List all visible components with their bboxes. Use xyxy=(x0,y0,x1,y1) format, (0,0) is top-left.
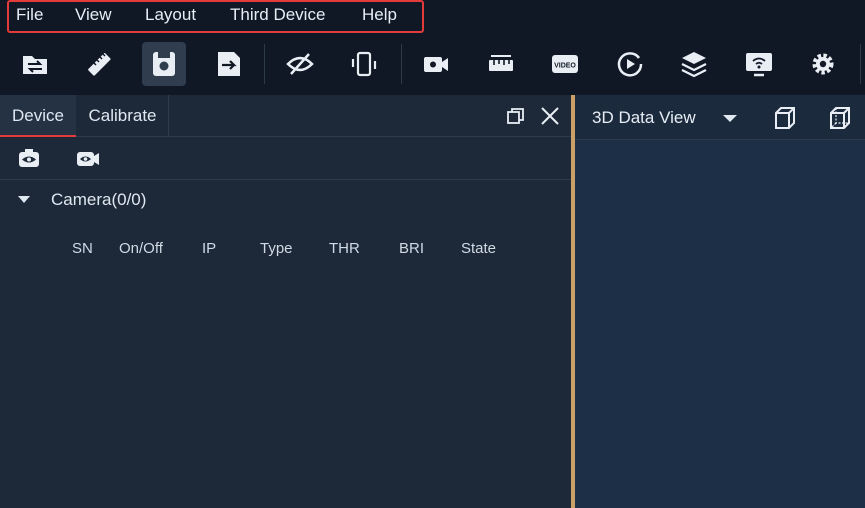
camera-settings-icon xyxy=(424,57,448,72)
view-camera-icon[interactable] xyxy=(75,146,101,172)
menu-view[interactable]: View xyxy=(75,5,112,25)
data-view-panel: 3D Data View xyxy=(575,95,865,508)
column-ip[interactable]: IP xyxy=(202,240,216,257)
measure-icon xyxy=(489,55,513,71)
column-thr[interactable]: THR xyxy=(329,240,360,257)
hide-button[interactable] xyxy=(278,42,322,86)
tab-calibrate[interactable]: Calibrate xyxy=(77,95,169,137)
video-button[interactable]: VIDEO xyxy=(543,42,587,86)
panel-tabs: Device Calibrate xyxy=(0,95,571,137)
wifi-monitor-button[interactable] xyxy=(737,42,781,86)
ruler-icon xyxy=(88,53,111,76)
3d-viewport[interactable] xyxy=(575,141,865,508)
float-window-icon[interactable] xyxy=(505,105,527,127)
menu-file[interactable]: File xyxy=(16,5,43,25)
gear-icon xyxy=(812,53,834,75)
close-icon[interactable] xyxy=(539,105,561,127)
column-state[interactable]: State xyxy=(461,240,496,257)
rotate-device-button[interactable] xyxy=(342,42,386,86)
replay-icon xyxy=(617,52,643,77)
expand-caret-icon[interactable] xyxy=(18,196,30,203)
wifi-monitor-icon xyxy=(746,53,772,77)
column-on-off[interactable]: On/Off xyxy=(119,240,163,257)
replay-button[interactable] xyxy=(608,42,652,86)
open-folder-button[interactable] xyxy=(13,42,57,86)
solid-cube-icon[interactable] xyxy=(772,105,798,131)
save-icon xyxy=(153,52,175,76)
layers-icon xyxy=(681,52,707,78)
settings-button[interactable] xyxy=(801,42,845,86)
measure-button[interactable] xyxy=(479,42,523,86)
rotate-device-icon xyxy=(351,51,377,77)
camera-settings-button[interactable] xyxy=(414,42,458,86)
toolbar-separator xyxy=(401,44,402,84)
ruler-button[interactable] xyxy=(77,42,121,86)
panel-actions xyxy=(505,105,561,127)
save-as-icon xyxy=(218,52,240,76)
eye-camera-icon[interactable] xyxy=(16,146,42,172)
tab-device[interactable]: Device xyxy=(0,95,76,137)
video-label: VIDEO xyxy=(554,63,576,70)
view-mode-select[interactable]: 3D Data View xyxy=(592,108,696,128)
save-as-button[interactable] xyxy=(207,42,251,86)
menu-layout[interactable]: Layout xyxy=(145,5,196,25)
device-subtools xyxy=(0,138,571,180)
device-panel: Device Calibrate Camera(0/0) SN On/Off I… xyxy=(0,95,571,508)
menu-help[interactable]: Help xyxy=(362,5,397,25)
wireframe-cube-icon[interactable] xyxy=(827,105,853,131)
column-sn[interactable]: SN xyxy=(72,240,93,257)
chevron-down-icon[interactable] xyxy=(723,115,737,122)
column-bri[interactable]: BRI xyxy=(399,240,424,257)
open-folder-icon xyxy=(23,56,47,74)
hide-icon xyxy=(286,53,314,75)
data-view-header: 3D Data View xyxy=(575,95,865,140)
menu-bar: File View Layout Third Device Help xyxy=(0,0,865,34)
toolbar-separator xyxy=(860,44,861,84)
layers-button[interactable] xyxy=(672,42,716,86)
menu-third-device[interactable]: Third Device xyxy=(230,5,325,25)
camera-group[interactable]: Camera(0/0) xyxy=(0,187,571,215)
toolbar: VIDEO xyxy=(0,34,865,95)
camera-group-label: Camera(0/0) xyxy=(51,190,147,209)
toolbar-separator xyxy=(264,44,265,84)
save-button[interactable] xyxy=(142,42,186,86)
device-table-header: SN On/Off IP Type THR BRI State xyxy=(0,240,571,260)
video-icon: VIDEO xyxy=(552,55,578,73)
column-type[interactable]: Type xyxy=(260,240,293,257)
